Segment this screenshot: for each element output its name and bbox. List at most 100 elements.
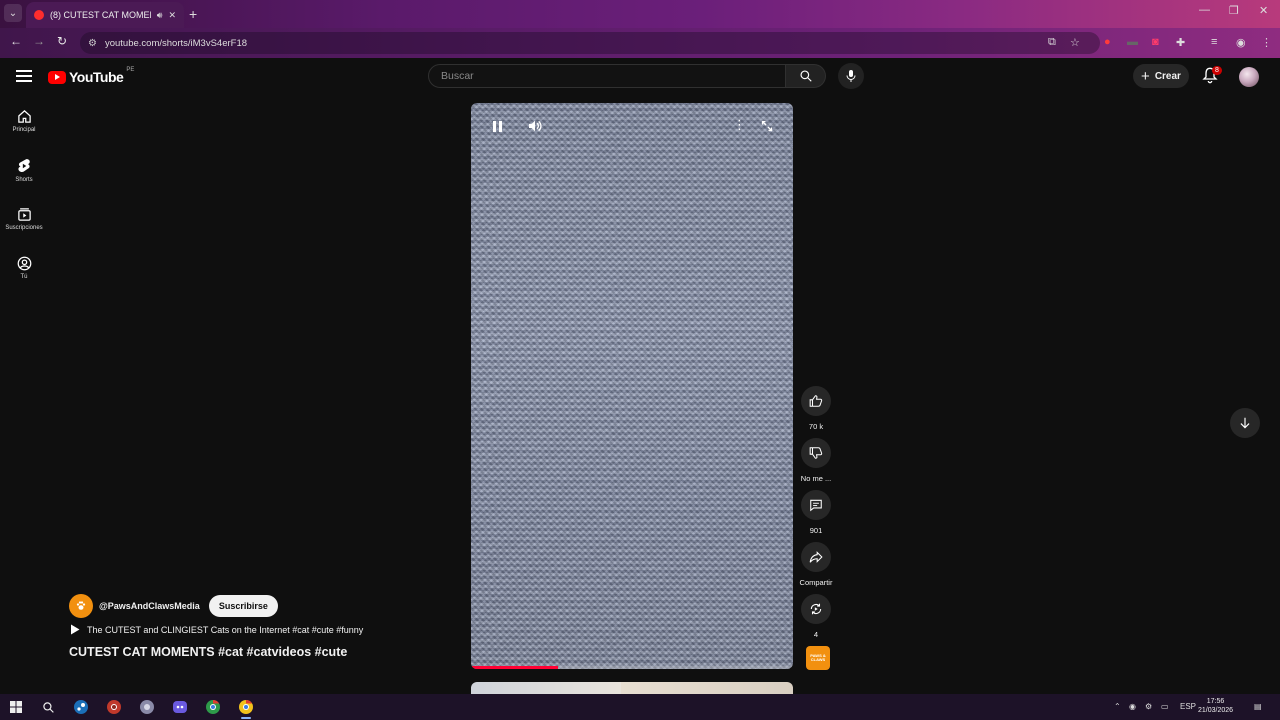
clock-time: 17:56: [1206, 698, 1225, 705]
steam-icon[interactable]: [73, 699, 89, 715]
speaker-icon[interactable]: 🔊︎: [157, 10, 163, 21]
account-avatar[interactable]: [1239, 67, 1259, 87]
video-progress-fill: [471, 666, 558, 669]
playlist-link[interactable]: The CUTEST and CLINGIEST Cats on the Int…: [70, 624, 363, 635]
subscriptions-icon: [17, 208, 31, 221]
channel-avatar[interactable]: [69, 594, 93, 618]
browser-tab[interactable]: (8) CUTEST CAT MOMENTS 🔊︎ ✕: [26, 2, 184, 28]
profile-icon[interactable]: ◉: [1236, 36, 1246, 49]
channel-row: @PawsAndClawsMedia Suscribirse: [69, 594, 278, 618]
url-text: youtube.com/shorts/iM3vS4erF18: [104, 37, 248, 49]
search-icon: [799, 70, 812, 82]
site-settings-icon[interactable]: ⚙︎: [88, 38, 97, 49]
share-label: Compartir: [799, 578, 833, 587]
app-gray-icon[interactable]: [139, 699, 155, 715]
address-bar[interactable]: ⚙︎ youtube.com/shorts/iM3vS4erF18: [80, 32, 1100, 54]
sidebar-item-subscriptions[interactable]: Suscripciones: [0, 207, 48, 231]
browser-toolbar: ← → ↻ ⚙︎ youtube.com/shorts/iM3vS4erF18 …: [0, 28, 1280, 58]
share-action[interactable]: Compartir: [796, 542, 836, 587]
video-title[interactable]: CUTEST CAT MOMENTS #cat #catvideos #cute: [69, 645, 347, 659]
extension-dark-icon[interactable]: ▬: [1127, 36, 1138, 48]
thumbs-up-icon: [809, 395, 823, 407]
tray-steam-icon[interactable]: ⚙︎: [1145, 702, 1152, 711]
sidebar-item-label: Tú: [20, 274, 28, 280]
menu-kebab-icon[interactable]: ⋮: [1261, 36, 1272, 49]
subscribe-button[interactable]: Suscribirse: [208, 595, 278, 617]
create-button[interactable]: + Crear: [1133, 64, 1189, 88]
minimize-icon[interactable]: —: [1199, 4, 1210, 16]
next-short-thumbnail-left: [471, 682, 621, 694]
notification-center-icon[interactable]: ▤: [1254, 702, 1262, 711]
sidebar-item-you[interactable]: Tú: [0, 256, 48, 280]
plus-icon: +: [1141, 67, 1150, 85]
next-short-thumbnail-right: [621, 682, 793, 694]
next-short-preview[interactable]: [471, 682, 793, 694]
sidebar-item-home[interactable]: Principal: [0, 109, 48, 133]
volume-icon[interactable]: [527, 118, 543, 139]
dislike-button[interactable]: [801, 438, 831, 468]
more-options-icon[interactable]: ⋮: [733, 117, 746, 133]
dislike-action[interactable]: No me ...: [796, 438, 836, 483]
fullscreen-icon[interactable]: [761, 119, 773, 137]
tray-overflow-icon[interactable]: ⌃: [1114, 702, 1121, 711]
extensions-puzzle-icon[interactable]: ✚: [1176, 36, 1185, 49]
create-label: Crear: [1154, 70, 1181, 82]
hamburger-menu-icon[interactable]: [16, 70, 32, 82]
discord-icon[interactable]: [172, 699, 188, 715]
bookmark-star-icon[interactable]: ☆: [1070, 36, 1080, 49]
pause-icon[interactable]: [493, 121, 502, 132]
sidebar-item-shorts[interactable]: Shorts: [0, 158, 48, 183]
share-icon: [809, 551, 823, 563]
sidebar-item-label: Suscripciones: [5, 225, 43, 231]
keyboard-language[interactable]: ESP: [1180, 702, 1196, 711]
channel-name[interactable]: @PawsAndClawsMedia: [99, 601, 200, 611]
taskbar-clock[interactable]: 17:56 21/03/2026: [1198, 697, 1233, 716]
home-icon: [17, 110, 31, 123]
voice-search-button[interactable]: [838, 63, 864, 89]
video-progress-bar[interactable]: [471, 666, 793, 669]
tray-app-icon[interactable]: ◉: [1129, 702, 1136, 711]
playlist-text: The CUTEST and CLINGIEST Cats on the Int…: [87, 624, 364, 635]
like-button[interactable]: [801, 386, 831, 416]
windows-taskbar: ⌃ ◉ ⚙︎ ▭ ESP 17:56 21/03/2026 ▤: [0, 694, 1280, 720]
taskbar-search-icon[interactable]: [40, 699, 56, 715]
reload-icon[interactable]: ↻: [57, 34, 67, 48]
paw-icon: [76, 601, 86, 610]
search-input[interactable]: Buscar: [428, 64, 786, 88]
notification-badge: 8: [1212, 66, 1222, 75]
restore-icon[interactable]: ❐: [1229, 4, 1239, 17]
comments-action[interactable]: 901: [796, 490, 836, 535]
youtube-logo-text: YouTube: [69, 69, 124, 85]
like-action[interactable]: 70 k: [796, 386, 836, 431]
tab-list-button[interactable]: ⌄: [4, 4, 22, 22]
chrome-red-icon[interactable]: [106, 699, 122, 715]
thumbs-down-icon: [809, 447, 823, 459]
country-code: PE: [126, 67, 135, 73]
chrome-icon[interactable]: [205, 699, 221, 715]
extension-red-icon[interactable]: ●: [1104, 36, 1111, 48]
remix-button[interactable]: [801, 594, 831, 624]
back-icon[interactable]: ←: [10, 34, 22, 48]
next-short-button[interactable]: [1230, 408, 1260, 438]
extension-record-icon[interactable]: ◙: [1152, 36, 1159, 48]
shorts-video-player[interactable]: ⋮: [471, 103, 793, 669]
chrome-active-icon[interactable]: [238, 699, 254, 719]
windows-start-icon[interactable]: [8, 699, 24, 715]
share-button[interactable]: [801, 542, 831, 572]
comments-button[interactable]: [801, 490, 831, 520]
search-button[interactable]: [786, 64, 826, 88]
sidebar-item-label: Shorts: [15, 177, 33, 183]
window-close-icon[interactable]: ✕: [1259, 4, 1268, 17]
new-tab-button[interactable]: +: [189, 6, 197, 22]
remix-action[interactable]: 4: [796, 594, 836, 639]
tab-search-icon[interactable]: ≡: [1211, 36, 1217, 48]
install-app-icon[interactable]: ⧉: [1048, 36, 1056, 49]
channel-thumbnail-logo[interactable]: PAWS & CLAWS: [806, 646, 830, 670]
channel-logo-text: PAWS & CLAWS: [810, 652, 826, 662]
tray-network-icon[interactable]: ▭: [1161, 702, 1169, 711]
arrow-down-icon: [1240, 417, 1250, 429]
forward-icon[interactable]: →: [33, 34, 45, 48]
youtube-play-icon: [48, 70, 66, 84]
tab-close-icon[interactable]: ✕: [168, 10, 176, 21]
youtube-logo[interactable]: YouTube PE: [48, 67, 135, 85]
